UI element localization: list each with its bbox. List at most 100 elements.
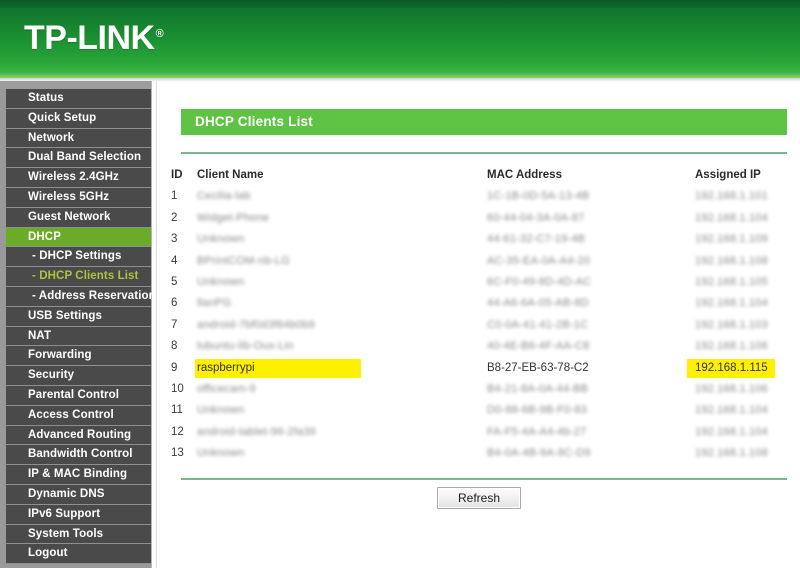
sidebar-item-ipv6-support[interactable]: IPv6 Support [0, 504, 151, 525]
cell-mac-address: AC-35-EA-0A-A4-20 [487, 251, 687, 272]
sidebar-item-dhcp-settings[interactable]: - DHCP Settings [0, 247, 151, 268]
sidebar-item-advanced-routing[interactable]: Advanced Routing [0, 425, 151, 446]
sidebar-item-access-control[interactable]: Access Control [0, 405, 151, 426]
table-row: 4 BPrintCOM-nb-LG AC-35-EA-0A-A4-20 192.168… [171, 251, 791, 272]
cell-assigned-ip-text: 192.168.1.106 [695, 382, 768, 395]
table-row: 5 Unknown 6C-F0-49-8D-4D-AC 192.168.1.105 [171, 272, 791, 293]
cell-id: 11 [171, 400, 197, 421]
cell-mac-address-text: B4-21-8A-0A-44-BB [487, 382, 589, 395]
cell-id: 9 [171, 358, 197, 379]
cell-assigned-ip: 192.168.1.101 [695, 186, 800, 207]
sidebar-item-quick-setup[interactable]: Quick Setup [0, 108, 151, 129]
table-row: 8 lubuntu-lib-Oux-Lin 40-4E-B6-4F-AA-C8 192… [171, 336, 791, 357]
cell-client-name-text: android-tablet-96-2fa39 [197, 425, 316, 438]
cell-assigned-ip: 192.168.1.104 [695, 208, 800, 229]
sidebar-item-ip-mac-binding[interactable]: IP & MAC Binding [0, 465, 151, 485]
cell-assigned-ip: 192.168.1.115 [695, 358, 800, 379]
router-admin-page: TP-LINK® Status Quick Setup Network Dual Ba… [0, 0, 800, 568]
cell-id: 13 [171, 443, 197, 464]
cell-id: 3 [171, 229, 197, 250]
table-row: 3 Unknown 44-61-32-C7-19-4B 192.168.1.109 [171, 229, 791, 250]
sidebar-item-security[interactable]: Security [0, 366, 151, 386]
cell-id: 8 [171, 336, 197, 357]
cell-assigned-ip-text: 192.168.1.106 [695, 340, 768, 353]
brand-name: TP-LINK [24, 19, 155, 57]
column-header-id: ID [171, 169, 183, 181]
cell-client-name: officecam-9 [197, 379, 487, 400]
cell-mac-address-text: D0-88-6B-9B-F0-83 [487, 404, 587, 417]
cell-mac-address-text: 60-44-04-3A-0A-87 [487, 211, 585, 224]
cell-mac-address-text: 6C-F0-49-8D-4D-AC [487, 275, 592, 288]
cell-client-name-text: Unknown [197, 447, 245, 460]
sidebar-item-dhcp-clients-list[interactable]: - DHCP Clients List [0, 267, 151, 287]
cell-mac-address: 60-44-04-3A-0A-87 [487, 208, 687, 229]
sidebar-top-spacer [0, 81, 151, 89]
table-row: 10 officecam-9 B4-21-8A-0A-44-BB 192.168.1.… [171, 379, 791, 400]
cell-mac-address-text: 44-A6-6A-05-AB-8D [487, 297, 589, 310]
sidebar-item-wireless-2-4ghz[interactable]: Wireless 2.4GHz [0, 168, 151, 188]
cell-id-text: 12 [171, 425, 184, 438]
main-content: DHCP Clients List ID Client Name MAC Add… [156, 81, 800, 568]
cell-mac-address: D0-88-6B-9B-F0-83 [487, 400, 687, 421]
cell-id: 10 [171, 379, 197, 400]
cell-assigned-ip-text: 192.168.1.104 [695, 297, 768, 310]
cell-assigned-ip-text: 192.168.1.109 [695, 233, 768, 246]
cell-assigned-ip: 192.168.1.104 [695, 422, 800, 443]
cell-assigned-ip: 192.168.1.108 [695, 443, 800, 464]
sidebar-item-forwarding[interactable]: Forwarding [0, 346, 151, 367]
sidebar-item-dual-band-selection[interactable]: Dual Band Selection [0, 148, 151, 169]
sidebar-item-address-reservation[interactable]: - Address Reservation [0, 286, 156, 307]
cell-id-text: 7 [171, 318, 178, 331]
cell-client-name-text: Unknown [197, 233, 245, 246]
cell-mac-address: 1C-1B-0D-5A-13-4B [487, 186, 687, 207]
cell-mac-address-text: C0-0A-41-41-2B-1C [487, 318, 589, 331]
cell-client-name: Unknown [197, 400, 487, 421]
cell-mac-address: 44-A6-6A-05-AB-8D [487, 293, 687, 314]
cell-id: 7 [171, 315, 197, 336]
cell-assigned-ip: 192.168.1.106 [695, 379, 800, 400]
dhcp-clients-table: ID Client Name MAC Address Assigned IP 1… [171, 165, 791, 464]
sidebar-item-wireless-5ghz[interactable]: Wireless 5GHz [0, 187, 151, 208]
sidebar-item-parental-control[interactable]: Parental Control [0, 385, 151, 406]
cell-id-text: 10 [171, 382, 184, 395]
sidebar-item-guest-network[interactable]: Guest Network [0, 207, 151, 228]
sidebar-item-nat[interactable]: NAT [0, 326, 151, 347]
table-header-row: ID Client Name MAC Address Assigned IP [171, 165, 791, 186]
sidebar-item-system-tools[interactable]: System Tools [0, 524, 151, 545]
cell-id: 4 [171, 251, 197, 272]
cell-id-text: 2 [171, 211, 178, 224]
cell-assigned-ip: 192.168.1.105 [695, 272, 800, 293]
table-row: 1 Cecilia-lab 1C-1B-0D-5A-13-4B 192.168.1.1… [171, 186, 791, 207]
cell-client-name-text: officecam-9 [197, 382, 256, 395]
cell-assigned-ip: 192.168.1.106 [695, 336, 800, 357]
button-row: Refresh [157, 487, 800, 509]
sidebar-item-bandwidth-control[interactable]: Bandwidth Control [0, 445, 151, 466]
table-row: 9 raspberrypi B8-27-EB-63-78-C2 192.168.1.1… [171, 358, 791, 379]
cell-assigned-ip-text: 192.168.1.108 [695, 254, 768, 267]
divider-top [181, 152, 787, 154]
sidebar-item-status[interactable]: Status [0, 89, 151, 109]
cell-assigned-ip-text: 192.168.1.115 [695, 361, 768, 374]
cell-mac-address: C0-0A-41-41-2B-1C [487, 315, 687, 336]
cell-client-name-text: android-7bf0d3f84b0b9 [197, 318, 315, 331]
cell-mac-address: 44-61-32-C7-19-4B [487, 229, 687, 250]
cell-assigned-ip: 192.168.1.104 [695, 293, 800, 314]
cell-id: 2 [171, 208, 197, 229]
refresh-button[interactable]: Refresh [437, 487, 521, 509]
cell-id-text: 5 [171, 275, 178, 288]
cell-mac-address-text: B8-27-EB-63-78-C2 [487, 361, 589, 374]
table-row: 13 Unknown B4-0A-4B-9A-8C-D9 192.168.1.108 [171, 443, 791, 464]
cell-client-name-text: Unknown [197, 275, 245, 288]
sidebar-item-usb-settings[interactable]: USB Settings [0, 306, 151, 327]
sidebar-item-logout[interactable]: Logout [0, 544, 151, 565]
sidebar-item-network[interactable]: Network [0, 128, 151, 149]
cell-client-name-text: Cecilia-lab [197, 190, 251, 203]
sidebar-item-dynamic-dns[interactable]: Dynamic DNS [0, 484, 151, 505]
sidebar-item-dhcp[interactable]: DHCP [0, 227, 151, 248]
cell-assigned-ip-text: 192.168.1.108 [695, 447, 768, 460]
cell-assigned-ip: 192.168.1.103 [695, 315, 800, 336]
cell-id: 6 [171, 293, 197, 314]
registered-trademark-icon: ® [155, 27, 164, 40]
cell-id-text: 1 [171, 190, 178, 203]
cell-mac-address: B8-27-EB-63-78-C2 [487, 358, 687, 379]
